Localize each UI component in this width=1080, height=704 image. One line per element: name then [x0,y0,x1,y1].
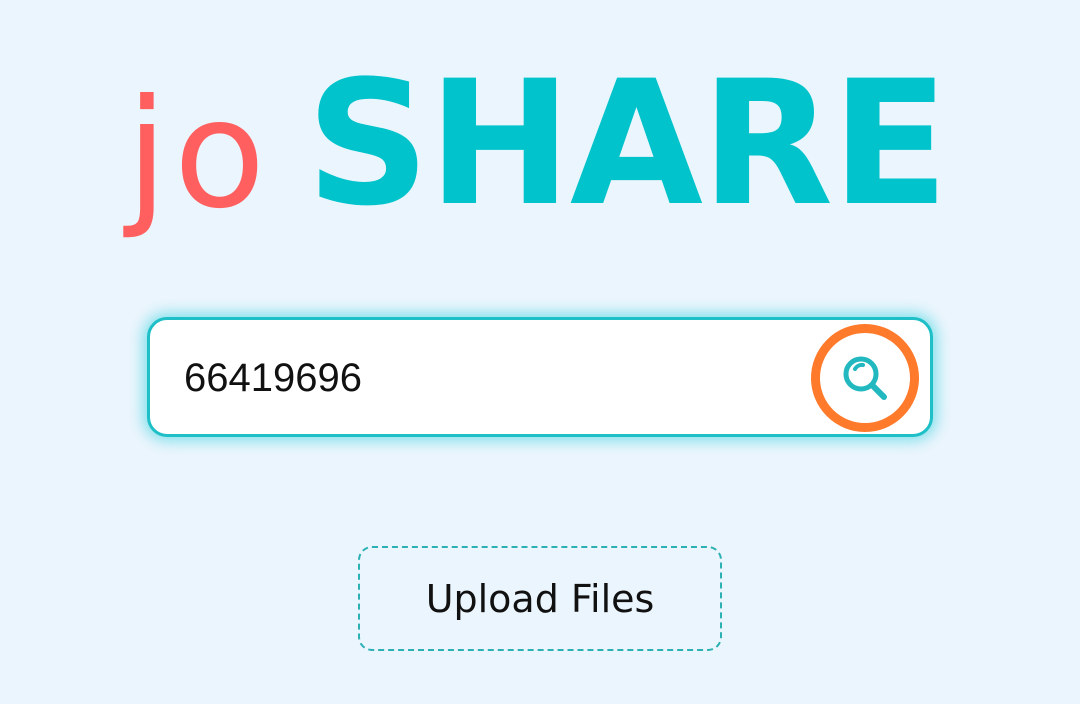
logo-main-text: SHARE [306,43,949,244]
upload-files-label: Upload Files [425,576,655,621]
search-button[interactable] [811,324,919,432]
app-logo: jo SHARE [126,43,949,268]
search-bar [147,317,933,437]
search-icon [843,356,887,400]
logo-prefix-text: jo [126,68,272,242]
upload-files-button[interactable]: Upload Files [358,546,722,651]
search-input[interactable] [184,342,784,414]
